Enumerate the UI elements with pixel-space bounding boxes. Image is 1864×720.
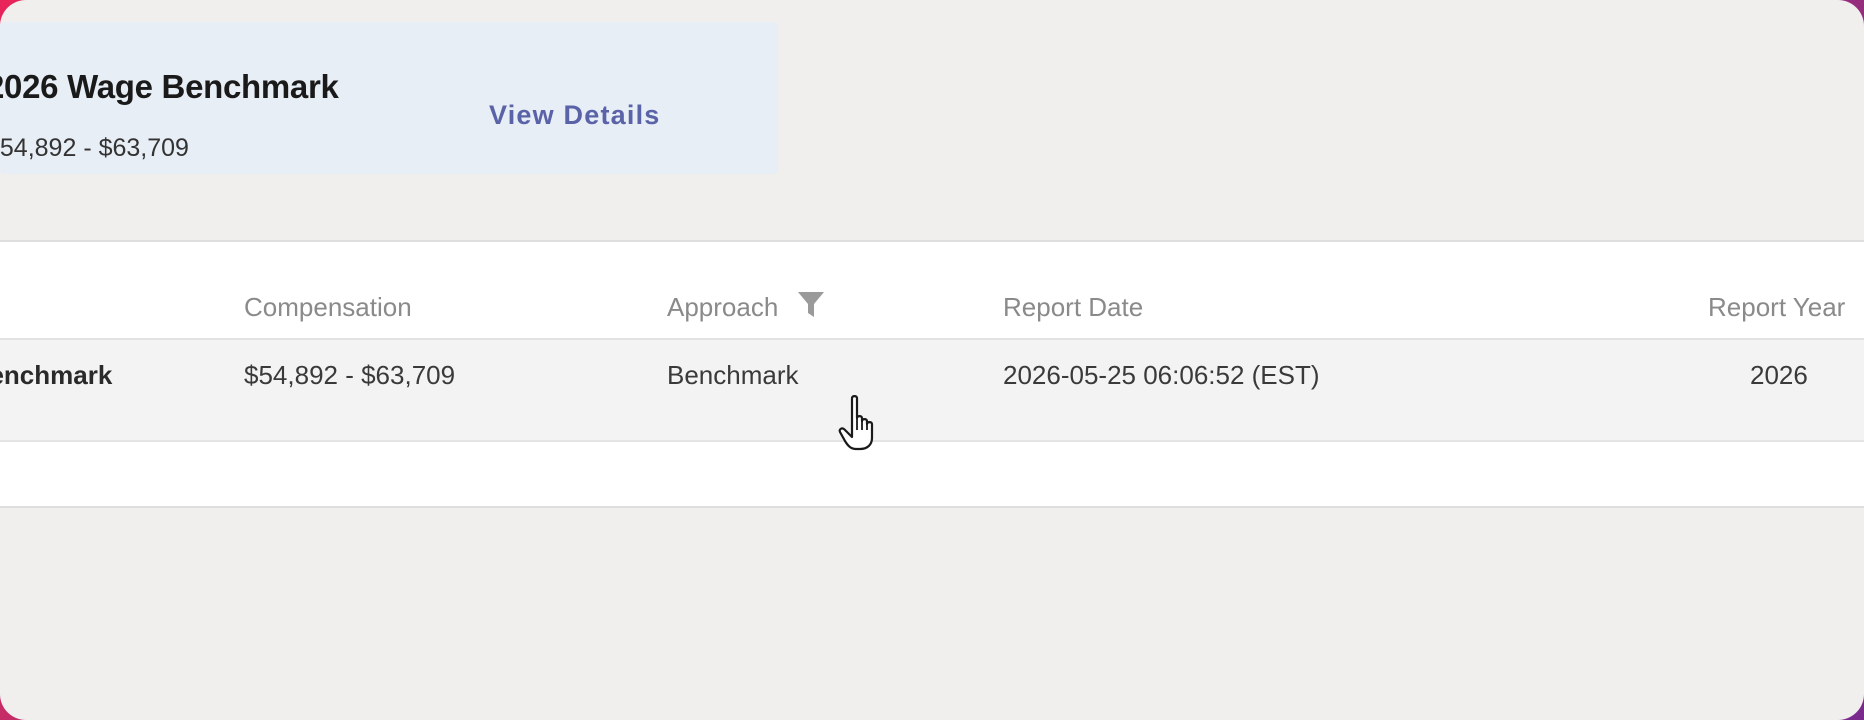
column-header-compensation[interactable]: Compensation — [244, 292, 412, 323]
column-header-report-date[interactable]: Report Date — [1003, 292, 1143, 323]
table-row[interactable]: 2026 Wage Benchmark $54,892 - $63,709 Be… — [0, 340, 1864, 442]
cell-compensation: $54,892 - $63,709 — [244, 360, 456, 390]
cell-report-year: 2026 — [1750, 360, 1808, 390]
view-details-link[interactable]: View Details — [489, 100, 660, 131]
cell-report-date: 2026-05-25 06:06:52 (EST) — [1003, 360, 1320, 390]
benchmark-summary-card: 2026 Wage Benchmark $54,892 - $63,709 Vi… — [0, 22, 778, 174]
cell-approach: Benchmark — [667, 360, 799, 390]
benchmark-range: $54,892 - $63,709 — [0, 134, 189, 162]
table-header: Compensation Approach Report Date Report… — [0, 242, 1864, 340]
reports-table: Compensation Approach Report Date Report… — [0, 240, 1864, 508]
benchmark-title: 2026 Wage Benchmark — [0, 68, 339, 105]
column-header-approach[interactable]: Approach — [667, 292, 778, 323]
column-header-report-year[interactable]: Report Year — [1708, 292, 1845, 323]
filter-icon[interactable] — [797, 290, 825, 320]
app-window: 2026 Wage Benchmark $54,892 - $63,709 Vi… — [0, 0, 1864, 720]
cell-name: 2026 Wage Benchmark — [0, 360, 113, 390]
